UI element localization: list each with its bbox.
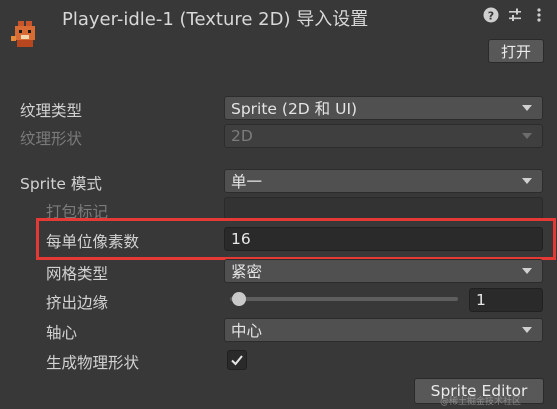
texture-shape-value: 2D (231, 127, 253, 145)
chevron-down-icon (522, 105, 532, 111)
sprite-mode-label: Sprite 模式 (20, 175, 102, 193)
texture-shape-label: 纹理形状 (20, 130, 83, 148)
extrude-edges-slider-thumb[interactable] (232, 292, 246, 306)
highlight-box (36, 218, 556, 260)
mesh-type-dropdown[interactable]: 紧密 (224, 259, 543, 283)
mesh-type-label: 网格类型 (46, 265, 109, 283)
help-icon[interactable]: ? (482, 7, 500, 27)
generate-physics-shape-checkbox[interactable] (227, 350, 247, 370)
texture-type-label: 纹理类型 (20, 102, 83, 120)
watermark: @稀土掘金技术社区 (440, 397, 522, 407)
generate-physics-shape-label: 生成物理形状 (46, 354, 140, 372)
pivot-dropdown[interactable]: 中心 (224, 318, 543, 342)
extrude-edges-slider-track[interactable] (230, 297, 458, 301)
extrude-edges-input[interactable]: 1 (469, 288, 543, 312)
texture-type-dropdown[interactable]: Sprite (2D 和 UI) (224, 96, 543, 120)
extrude-edges-label: 挤出边缘 (46, 294, 109, 312)
chevron-down-icon (522, 268, 532, 274)
sprite-mode-dropdown[interactable]: 单一 (224, 169, 543, 193)
more-vertical-icon[interactable] (530, 7, 548, 27)
mesh-type-value: 紧密 (231, 263, 263, 281)
texture-type-value: Sprite (2D 和 UI) (231, 100, 358, 118)
pivot-label: 轴心 (46, 324, 78, 342)
chevron-down-icon (522, 178, 532, 184)
import-settings-title: Player-idle-1 (Texture 2D) 导入设置 (62, 9, 369, 30)
checkmark-icon (231, 355, 243, 366)
settings-sliders-icon[interactable] (506, 7, 524, 27)
chevron-down-icon (522, 133, 532, 139)
texture-thumbnail-icon (8, 18, 40, 50)
texture-shape-dropdown: 2D (224, 124, 543, 148)
open-button[interactable]: 打开 (488, 39, 544, 63)
chevron-down-icon (522, 327, 532, 333)
pivot-value: 中心 (231, 322, 263, 340)
sprite-mode-value: 单一 (231, 173, 263, 191)
svg-text:?: ? (488, 10, 494, 23)
